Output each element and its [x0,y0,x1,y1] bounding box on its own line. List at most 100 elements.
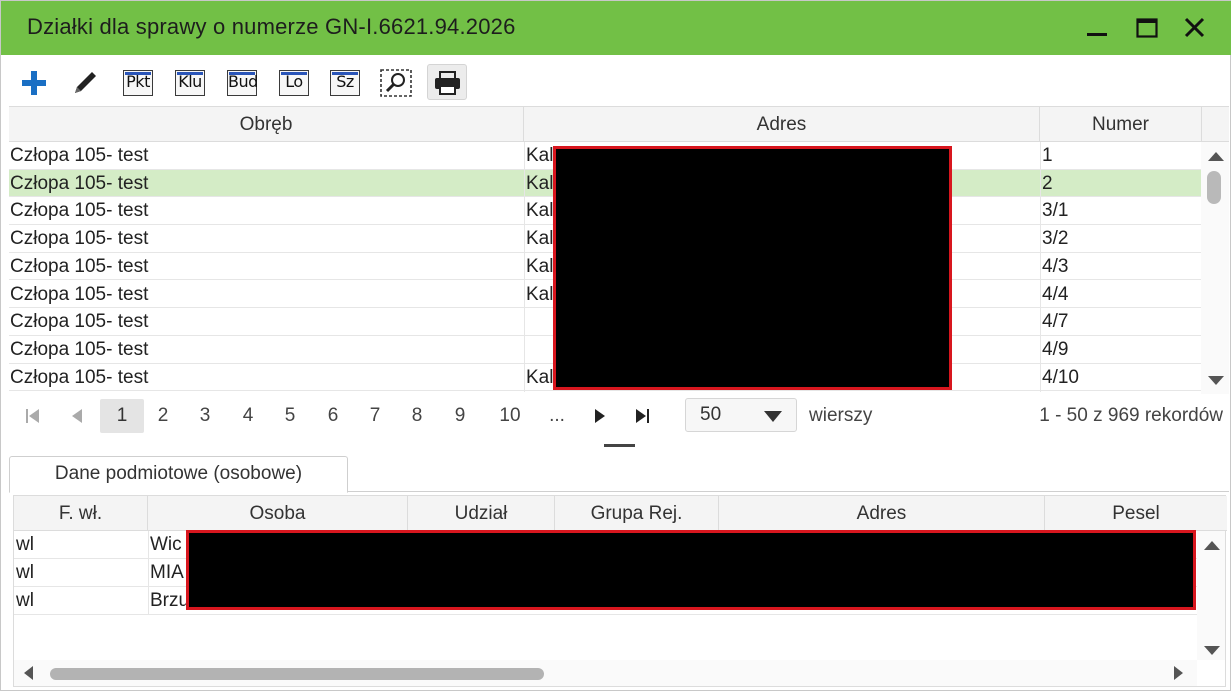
more-pages-button[interactable]: ... [545,399,569,433]
cell-obreb: Człopa 105- test [10,366,149,388]
cell-obreb: Człopa 105- test [10,172,149,194]
page-2-button[interactable]: 2 [151,399,175,433]
cell-obreb: Człopa 105- test [10,311,149,333]
cell-fwl: wl [16,534,34,555]
dialog-window: Działki dla sprawy o numerze GN-I.6621.9… [0,0,1231,691]
minimize-button[interactable] [1079,11,1115,45]
cell-numer: 4/7 [1042,311,1069,333]
cell-numer: 4/3 [1042,255,1069,277]
header-filler [1202,107,1229,142]
zoom-selection-icon [380,69,412,97]
tab-bar: Dane podmiotowe (osobowe) [9,454,1229,493]
cell-obreb: Człopa 105- test [10,283,149,305]
column-header-fwl[interactable]: F. wł. [14,496,148,531]
page-6-button[interactable]: 6 [321,399,345,433]
owners-vertical-scrollbar[interactable] [1197,531,1225,660]
close-button[interactable] [1177,11,1213,45]
lo-button[interactable]: Lo [272,64,312,100]
cell-numer: 4/9 [1042,338,1069,360]
page-3-button[interactable]: 3 [193,399,217,433]
cell-obreb: Człopa 105- test [10,255,149,277]
scroll-thumb[interactable] [50,668,544,680]
cell-numer: 2 [1042,172,1053,194]
sz-button[interactable]: Sz [323,64,363,100]
last-page-icon [636,409,649,423]
plots-vertical-scrollbar[interactable] [1201,142,1229,394]
previous-page-button[interactable] [65,399,89,433]
first-page-button[interactable] [21,399,45,433]
scroll-down-icon[interactable] [1208,376,1224,385]
page-5-button[interactable]: 5 [278,399,302,433]
column-header-pesel[interactable]: Pesel [1045,496,1227,531]
bud-button[interactable]: Bud [220,64,260,100]
label-icon: Bud [227,70,258,96]
cell-obreb: Człopa 105- test [10,145,149,166]
cell-fwl: wl [16,562,34,583]
page-size-select[interactable]: 50 [685,398,797,432]
page-size-value: 50 [700,404,722,425]
column-header-adres[interactable]: Adres [719,496,1045,531]
minimize-icon [1087,33,1107,36]
plus-icon [22,71,46,95]
label-icon: Lo [279,70,309,96]
first-page-icon [26,409,39,423]
last-page-button[interactable] [630,399,654,433]
scroll-thumb[interactable] [1207,171,1221,204]
print-icon [435,71,460,95]
plots-table: Obręb Adres Numer Człopa 105- test Kal 1 Cz… [9,106,1229,394]
column-divider [1040,142,1041,392]
page-1-button[interactable]: 1 [100,399,144,433]
next-page-icon [595,409,605,423]
scroll-right-icon[interactable] [1174,666,1183,680]
pagination-bar: 1 2 3 4 5 6 7 8 9 10 ... 50 wierszy 1 - … [9,394,1229,438]
cell-obreb: Człopa 105- test [10,228,149,250]
pkt-button[interactable]: Pkt [116,64,156,100]
add-button[interactable] [13,64,53,100]
zoom-selection-button[interactable] [375,64,415,100]
klu-button[interactable]: Klu [168,64,208,100]
title-bar[interactable]: Działki dla sprawy o numerze GN-I.6621.9… [1,1,1231,55]
scroll-up-icon[interactable] [1208,152,1224,161]
redaction-box [186,530,1196,610]
label-icon: Pkt [123,70,153,96]
previous-page-icon [72,409,82,423]
column-divider [524,142,525,392]
owners-table: F. wł. Osoba Udział Grupa Rej. Adres Pes… [13,495,1227,687]
column-header-grupa-rej[interactable]: Grupa Rej. [555,496,719,531]
close-icon [1184,17,1205,38]
page-9-button[interactable]: 9 [448,399,472,433]
next-page-button[interactable] [588,399,612,433]
scroll-down-icon[interactable] [1204,646,1220,655]
print-button[interactable] [427,64,467,100]
page-8-button[interactable]: 8 [405,399,429,433]
redaction-box [553,146,952,390]
column-header-udzial[interactable]: Udział [408,496,555,531]
pencil-icon [75,72,96,93]
column-header-osoba[interactable]: Osoba [148,496,408,531]
edit-button[interactable] [64,64,104,100]
column-header-numer[interactable]: Numer [1040,107,1202,142]
column-divider [148,531,149,615]
rows-per-page-label: wierszy [809,405,873,426]
scroll-up-icon[interactable] [1204,541,1220,550]
cell-numer: 3/1 [1042,200,1069,222]
page-7-button[interactable]: 7 [363,399,387,433]
cell-numer: 1 [1042,145,1053,166]
maximize-icon [1136,18,1158,38]
tab-dane-podmiotowe[interactable]: Dane podmiotowe (osobowe) [9,456,348,493]
page-10-button[interactable]: 10 [492,399,528,433]
splitter-handle[interactable] [604,444,635,447]
maximize-button[interactable] [1129,11,1165,45]
toolbar: Pkt Klu Bud Lo Sz [9,62,1229,102]
column-header-adres[interactable]: Adres [524,107,1040,142]
owners-horizontal-scrollbar[interactable] [14,660,1197,686]
scroll-left-icon[interactable] [24,666,33,680]
cell-obreb: Człopa 105- test [10,200,149,222]
column-header-obreb[interactable]: Obręb [9,107,524,142]
cell-numer: 4/10 [1042,366,1079,388]
cell-numer: 3/2 [1042,228,1069,250]
chevron-down-icon [764,411,782,422]
page-4-button[interactable]: 4 [236,399,260,433]
cell-obreb: Człopa 105- test [10,338,149,360]
label-icon: Sz [330,70,360,96]
